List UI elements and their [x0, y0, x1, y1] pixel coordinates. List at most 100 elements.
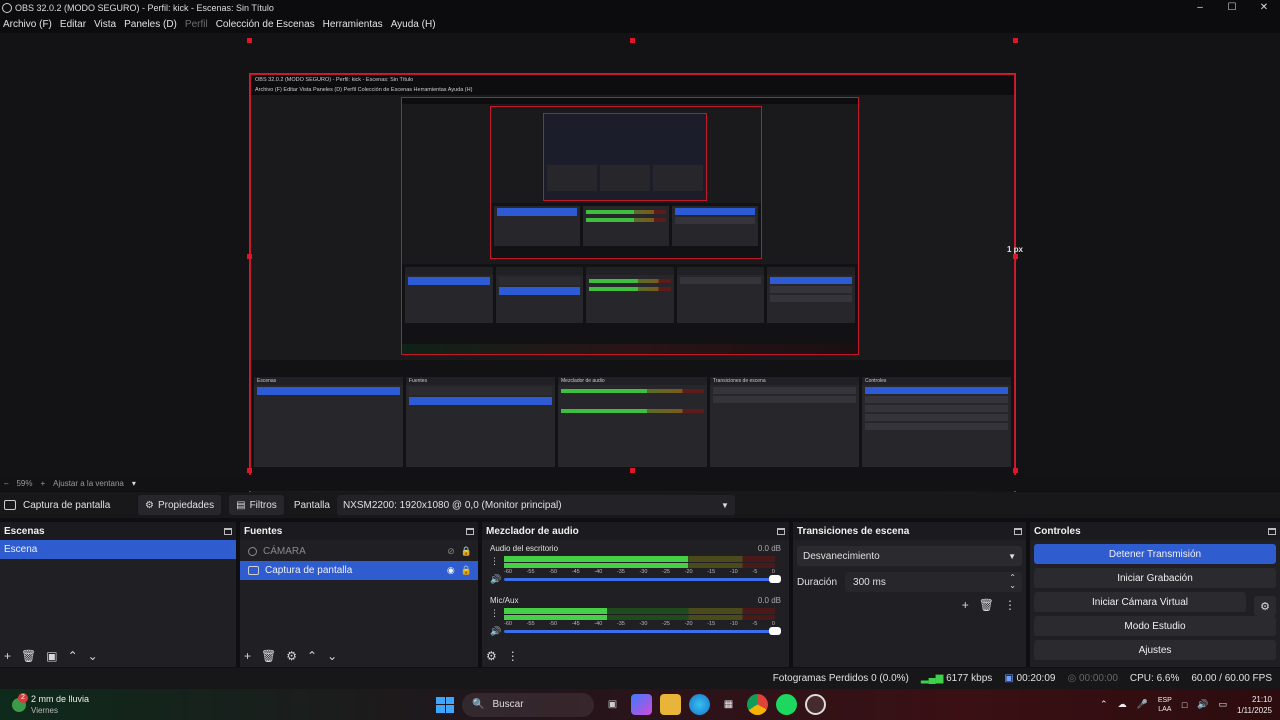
remove-source-button[interactable]: 🗑 — [261, 649, 276, 663]
add-source-button[interactable]: + — [244, 649, 251, 663]
undock-icon[interactable] — [224, 527, 232, 535]
weather-widget[interactable]: 2 2 mm de lluvia Viernes — [12, 692, 89, 716]
resize-handle-bl[interactable] — [247, 468, 252, 473]
camera-icon — [248, 547, 257, 556]
stop-streaming-button[interactable]: Detener Transmisión — [1034, 544, 1276, 564]
resize-handle-l[interactable] — [247, 254, 252, 259]
lock-icon[interactable]: 🔒 — [461, 546, 472, 557]
lock-icon[interactable]: 🔒 — [461, 565, 472, 576]
cloud-icon[interactable]: ☁ — [1118, 699, 1127, 710]
context-bar: Captura de pantalla ⚙ Propiedades ▤ Filtro… — [0, 492, 1280, 518]
filters-button[interactable]: ▤ Filtros — [229, 495, 284, 515]
volume-slider[interactable] — [504, 575, 781, 583]
source-properties-button[interactable]: ⚙ — [286, 649, 297, 663]
copilot-icon[interactable] — [631, 694, 652, 715]
studio-mode-button[interactable]: Modo Estudio — [1034, 616, 1276, 636]
close-button[interactable]: ✕ — [1248, 0, 1280, 15]
edge-icon[interactable] — [689, 694, 710, 715]
resize-handle-t[interactable] — [630, 38, 635, 43]
fit-window-dropdown-icon[interactable]: ▾ — [132, 479, 136, 488]
clock-date: 1/11/2025 — [1237, 705, 1272, 715]
minimize-button[interactable]: – — [1184, 0, 1216, 15]
transition-select[interactable]: Desvanecimiento ▼ — [797, 546, 1022, 566]
menu-coleccion-escenas[interactable]: Colección de Escenas — [216, 19, 315, 30]
move-up-button[interactable]: ⌃ — [68, 649, 78, 663]
move-down-button[interactable]: ⌄ — [327, 649, 337, 663]
volume-slider-knob[interactable] — [769, 627, 781, 635]
scene-filters-button[interactable]: ▣ — [46, 649, 57, 663]
controls-dock-header: Controles — [1030, 522, 1280, 540]
add-transition-button[interactable]: + — [962, 598, 969, 612]
add-scene-button[interactable]: + — [4, 649, 11, 663]
start-virtual-camera-button[interactable]: Iniciar Cámara Virtual — [1034, 592, 1246, 612]
track-menu-icon[interactable]: ⋮ — [490, 556, 499, 567]
move-down-button[interactable]: ⌄ — [88, 649, 98, 663]
resize-handle-r[interactable] — [1013, 254, 1018, 259]
virtual-camera-settings-icon[interactable]: ⚙ — [1254, 596, 1276, 616]
undock-icon[interactable] — [777, 527, 785, 535]
mixer-menu-icon[interactable]: ⋮ — [507, 649, 519, 663]
resize-handle-tr[interactable] — [1013, 38, 1018, 43]
windows-start-icon[interactable] — [436, 696, 454, 713]
source-item-captura[interactable]: Captura de pantalla ◉ 🔒 — [240, 561, 478, 580]
resize-handle-tl[interactable] — [247, 38, 252, 43]
undock-icon[interactable] — [466, 527, 474, 535]
settings-button[interactable]: Ajustes — [1034, 640, 1276, 660]
speaker-icon[interactable]: 🔊 — [490, 626, 501, 637]
fit-window-label[interactable]: Ajustar a la ventana — [53, 479, 124, 488]
nested-dock-4a — [547, 165, 597, 191]
transition-menu-icon[interactable]: ⋮ — [1004, 598, 1016, 612]
zoom-in-button[interactable]: + — [40, 479, 45, 488]
clock[interactable]: 21:10 1/11/2025 — [1237, 694, 1272, 716]
eye-hidden-icon[interactable]: ⊘ — [447, 546, 455, 557]
network-icon[interactable]: □ — [1182, 700, 1187, 710]
zoom-out-button[interactable]: – — [4, 479, 8, 488]
menu-vista[interactable]: Vista — [94, 19, 116, 30]
menu-herramientas[interactable]: Herramientas — [323, 19, 383, 30]
maximize-button[interactable]: ☐ — [1216, 0, 1248, 15]
start-recording-button[interactable]: Iniciar Grabación — [1034, 568, 1276, 588]
volume-slider[interactable] — [504, 627, 781, 635]
spotify-icon[interactable] — [776, 694, 797, 715]
remove-scene-button[interactable]: 🗑 — [21, 649, 36, 663]
speaker-icon[interactable]: 🔊 — [490, 574, 501, 585]
undock-icon[interactable] — [1268, 527, 1276, 535]
volume-icon[interactable]: 🔊 — [1197, 699, 1208, 710]
mic-icon[interactable]: 🎤 — [1137, 699, 1148, 710]
preview-canvas[interactable]: OBS 32.0.2 (MODO SEGURO) - Perfil: kick … — [249, 73, 1016, 504]
scene-item[interactable]: Escena — [0, 540, 236, 559]
menu-perfil[interactable]: Perfil — [185, 19, 208, 30]
mixer-dock-header: Mezclador de audio — [482, 522, 789, 540]
level-meter-left — [504, 608, 775, 614]
resize-handle-b[interactable] — [630, 468, 635, 473]
preview-area[interactable]: OBS 32.0.2 (MODO SEGURO) - Perfil: kick … — [0, 33, 1280, 504]
battery-icon[interactable]: ▭ — [1218, 699, 1227, 710]
file-explorer-icon[interactable] — [660, 694, 681, 715]
language-indicator[interactable]: ESP LAA — [1158, 696, 1172, 714]
taskbar-search[interactable]: 🔍 Buscar — [462, 692, 594, 717]
duration-spinbox[interactable]: 300 ms ⌃ ⌄ — [845, 572, 1022, 592]
advanced-audio-icon[interactable]: ⚙ — [486, 649, 497, 663]
chrome-icon[interactable] — [747, 694, 768, 715]
move-up-button[interactable]: ⌃ — [307, 649, 317, 663]
properties-button[interactable]: ⚙ Propiedades — [138, 495, 222, 515]
display-select[interactable]: NXSM2200: 1920x1080 @ 0,0 (Monitor princ… — [336, 495, 735, 515]
nested-fuente-cam-row — [409, 387, 552, 395]
obs-taskbar-icon[interactable] — [805, 694, 826, 715]
task-view-icon[interactable]: ▣ — [602, 694, 623, 715]
volume-slider-knob[interactable] — [769, 575, 781, 583]
undock-icon[interactable] — [1014, 527, 1022, 535]
spin-arrows-icon[interactable]: ⌃ ⌄ — [1009, 574, 1016, 590]
menu-ayuda[interactable]: Ayuda (H) — [391, 19, 436, 30]
track-menu-icon[interactable]: ⋮ — [490, 608, 499, 619]
resize-handle-br[interactable] — [1013, 468, 1018, 473]
menu-paneles[interactable]: Paneles (D) — [124, 19, 177, 30]
menu-editar[interactable]: Editar — [60, 19, 86, 30]
source-item-camara[interactable]: CÁMARA ⊘ 🔒 — [240, 542, 478, 561]
tray-chevron-icon[interactable]: ⌃ — [1100, 699, 1108, 710]
store-icon[interactable]: ▦ — [718, 694, 739, 715]
remove-transition-button[interactable]: 🗑 — [979, 598, 994, 612]
menu-archivo[interactable]: Archivo (F) — [3, 19, 52, 30]
nested-ctrl-5 — [865, 423, 1008, 430]
eye-icon[interactable]: ◉ — [447, 565, 455, 576]
